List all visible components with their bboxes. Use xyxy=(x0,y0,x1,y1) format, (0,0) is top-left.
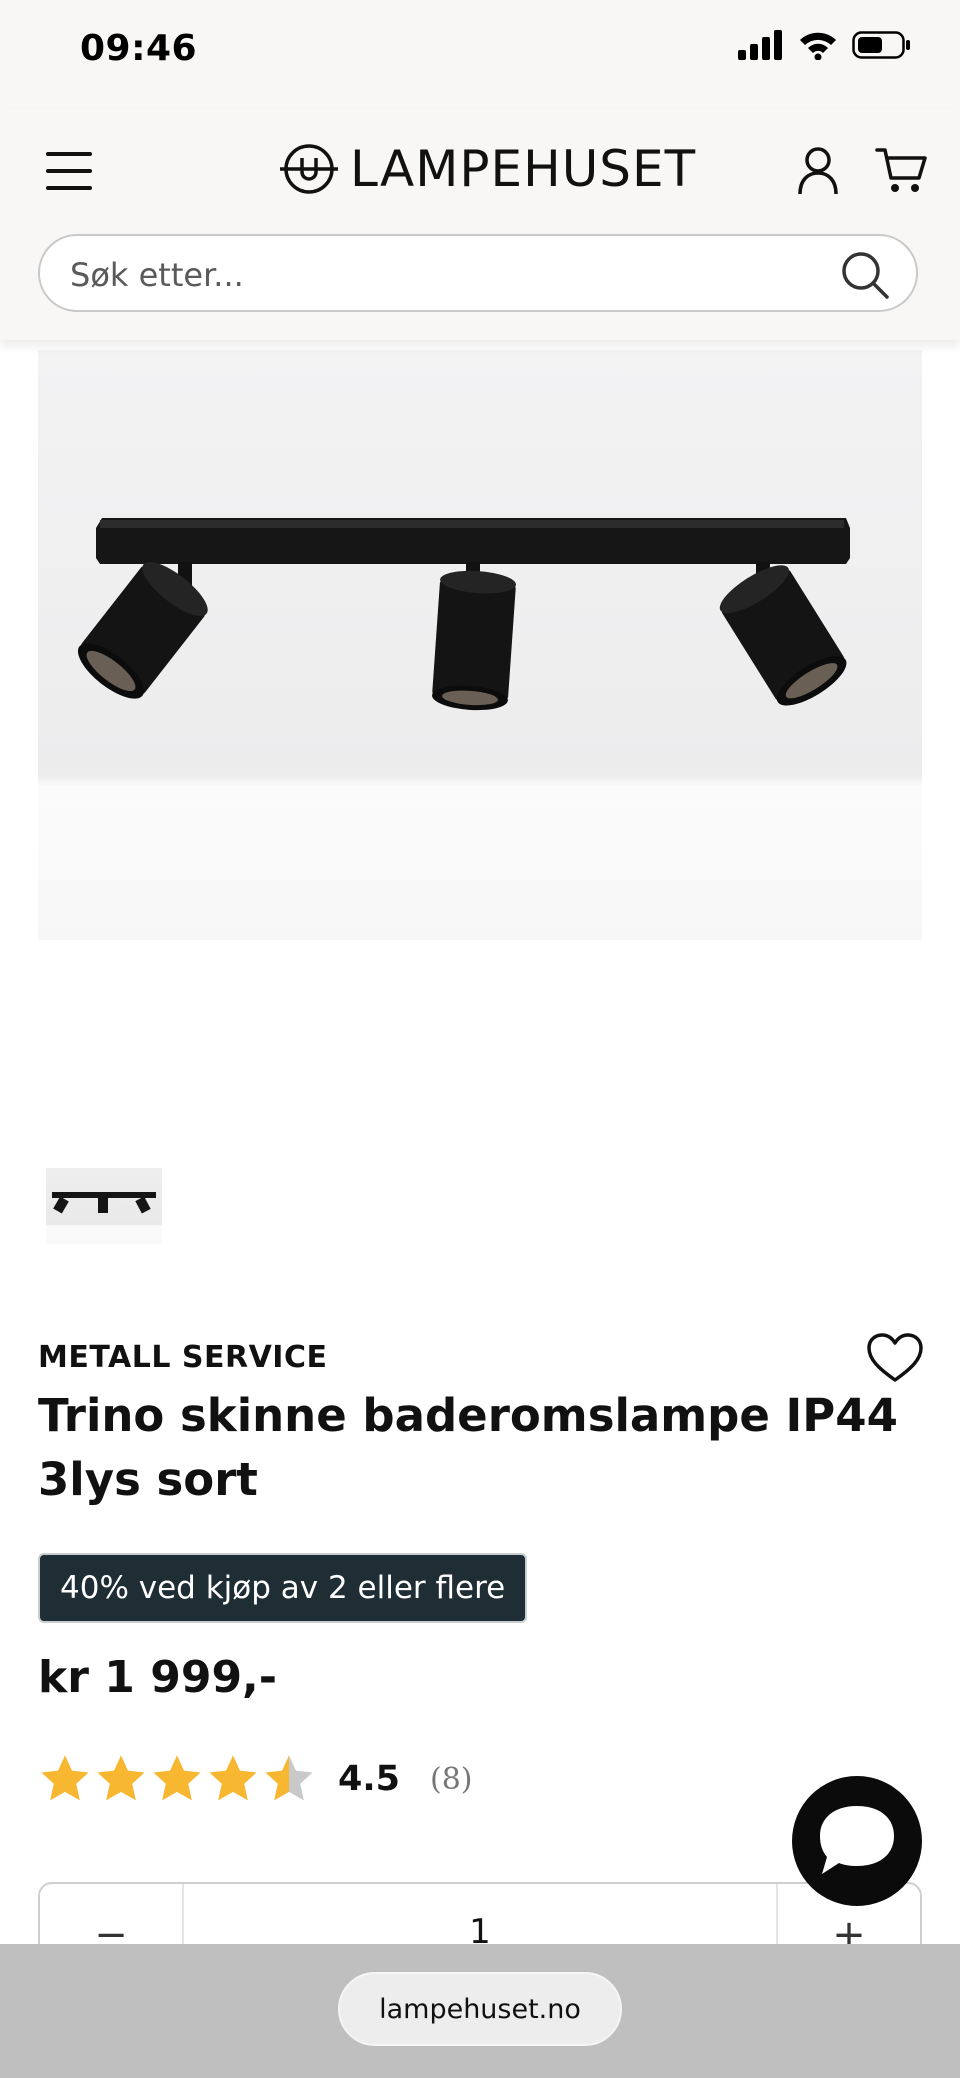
product-thumbnail[interactable] xyxy=(46,1168,162,1244)
wifi-icon xyxy=(800,32,836,60)
status-bar: 09:46 xyxy=(0,0,960,110)
star-full-icon xyxy=(153,1755,201,1801)
promo-badge: 40% ved kjøp av 2 eller flere xyxy=(38,1553,528,1623)
star-full-icon xyxy=(209,1755,257,1801)
star-full-icon xyxy=(41,1755,89,1801)
cart-icon[interactable] xyxy=(874,142,930,198)
product-title: Trino skinne baderomslampe IP44 3lys sor… xyxy=(38,1389,898,1506)
product-brand[interactable]: METALL SERVICE xyxy=(38,1340,327,1375)
review-count[interactable]: (8) xyxy=(430,1762,473,1797)
product-photo xyxy=(77,518,850,711)
star-full-icon xyxy=(97,1755,145,1801)
product-price: kr 1 999,- xyxy=(38,1652,278,1703)
status-time: 09:46 xyxy=(80,28,198,69)
search-input[interactable] xyxy=(68,252,832,298)
browser-bottom-bar: lampehuset.no xyxy=(0,1944,960,2078)
product-image[interactable] xyxy=(38,350,922,940)
wishlist-heart-icon[interactable] xyxy=(866,1332,924,1384)
thumbnail-photo xyxy=(52,1192,156,1214)
rating-stars xyxy=(38,1752,316,1806)
search-icon[interactable] xyxy=(840,250,890,300)
chat-button[interactable] xyxy=(792,1776,922,1906)
logo-text: LAMPEHUSET xyxy=(350,140,697,198)
menu-icon[interactable] xyxy=(44,146,94,196)
search-box xyxy=(38,234,918,312)
site-header: LAMPEHUSET xyxy=(0,110,960,340)
rating-score: 4.5 xyxy=(338,1759,401,1799)
battery-icon xyxy=(852,31,910,59)
logo-bulb-icon xyxy=(280,144,338,194)
url-bar[interactable]: lampehuset.no xyxy=(338,1972,622,2046)
product-rating[interactable]: 4.5 (8) xyxy=(38,1752,473,1806)
cellular-signal-icon xyxy=(738,30,782,60)
star-half-icon xyxy=(265,1755,313,1801)
account-icon[interactable] xyxy=(790,142,846,198)
chat-bubble-icon xyxy=(820,1806,894,1874)
site-logo[interactable]: LAMPEHUSET xyxy=(278,138,696,200)
status-icons xyxy=(738,30,912,60)
